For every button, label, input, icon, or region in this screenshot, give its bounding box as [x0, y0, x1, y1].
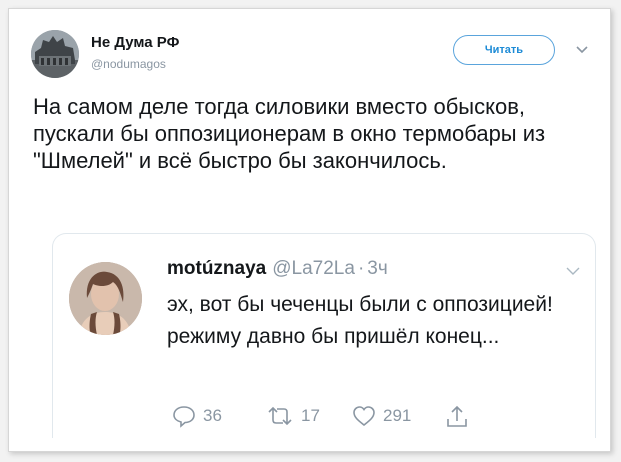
- action-bar: 36 17 291: [171, 402, 469, 430]
- chevron-down-icon[interactable]: [575, 45, 589, 55]
- separator-dot: ·: [357, 258, 365, 279]
- retweet-button[interactable]: 17: [265, 404, 341, 428]
- quoted-header: motúznaya @La72La · 3ч: [167, 258, 388, 280]
- like-icon: [353, 406, 375, 427]
- reply-button[interactable]: 36: [171, 404, 247, 428]
- retweet-icon: [268, 406, 292, 426]
- like-button[interactable]: 291: [351, 404, 437, 428]
- share-icon: [447, 405, 467, 427]
- like-count: 291: [383, 406, 412, 425]
- follow-button[interactable]: Читать: [453, 35, 555, 65]
- retweet-count: 17: [301, 406, 320, 425]
- reply-icon: [173, 406, 195, 428]
- share-button[interactable]: [445, 403, 469, 429]
- quoted-author-avatar[interactable]: [69, 262, 142, 335]
- tweet-card: Не Дума РФ @nodumagos Читать На самом де…: [8, 8, 611, 452]
- chevron-down-icon[interactable]: [565, 266, 581, 276]
- author-avatar[interactable]: [31, 30, 79, 78]
- quoted-author-handle[interactable]: @La72La: [272, 258, 355, 279]
- quoted-text: эх, вот бы чеченцы были с оппозицией! ре…: [167, 293, 553, 348]
- author-handle[interactable]: @nodumagos: [91, 57, 166, 71]
- reply-count: 36: [203, 406, 222, 425]
- quoted-author-name[interactable]: motúznaya: [167, 258, 266, 279]
- quoted-tweet[interactable]: motúznaya @La72La · 3ч эх, вот бы чеченцы б…: [52, 233, 596, 438]
- author-name[interactable]: Не Дума РФ: [91, 34, 179, 51]
- tweet-text: На самом деле тогда силовики вместо обыс…: [33, 94, 546, 173]
- quoted-timestamp[interactable]: 3ч: [367, 258, 387, 279]
